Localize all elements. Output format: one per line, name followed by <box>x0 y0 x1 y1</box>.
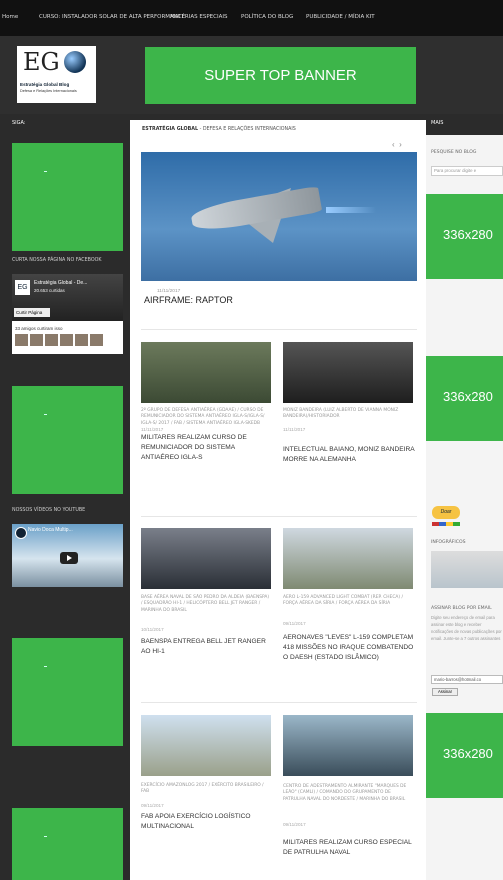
post-date: 09/11/2017 <box>283 621 306 626</box>
facebook-like-button[interactable]: Curtir Página <box>14 308 50 317</box>
post-category[interactable]: BASE AÉREA NAVAL DE SÃO PEDRO DA ALDEIA … <box>141 595 271 614</box>
right-ad-3[interactable]: 336x280 <box>426 713 503 798</box>
facebook-friends-text: 33 amigos curtiram isso <box>15 326 63 331</box>
search-label: PESQUISE NO BLOG <box>431 150 477 155</box>
friend-avatar <box>45 334 58 346</box>
super-top-banner[interactable]: SUPER TOP BANNER <box>145 47 416 104</box>
search-input[interactable]: Para procurar digite e <box>431 166 503 176</box>
video-title[interactable]: Navio Doca Multip... <box>28 527 73 533</box>
infographic-image[interactable] <box>431 551 503 588</box>
globe-icon <box>64 51 86 73</box>
featured-title[interactable]: AIRFRAME: RAPTOR <box>144 295 233 305</box>
left-ad-3[interactable] <box>12 638 123 746</box>
nav-materias[interactable]: MATÉRIAS ESPECIAIS <box>170 14 227 20</box>
left-ad-1[interactable] <box>12 143 123 251</box>
post-date: 10/11/2017 <box>141 627 164 632</box>
top-navigation: Home CURSO: INSTALADOR SOLAR DE ALTA PER… <box>0 0 503 36</box>
breadcrumb-blog[interactable]: ESTRATÉGIA GLOBAL <box>142 127 198 132</box>
post-date: 11/11/2017 <box>283 427 306 432</box>
channel-avatar <box>15 527 27 539</box>
ad-size-label: 336x280 <box>443 389 493 404</box>
nav-home[interactable]: Home <box>2 14 18 20</box>
post-category[interactable]: MONIZ BANDEIRA (LUIZ ALBERTO DE VIANNA M… <box>283 408 415 421</box>
featured-date: 11/11/2017 <box>157 289 181 294</box>
youtube-section-label: NOSSOS VÍDEOS NO YOUTUBE <box>12 508 86 513</box>
post-thumbnail[interactable] <box>141 528 271 589</box>
friend-avatar <box>90 334 103 346</box>
post-title[interactable]: BAENSPA ENTREGA BELL JET RANGER AO HI-1 <box>141 637 271 657</box>
post-date: 09/11/2017 <box>141 803 164 808</box>
site-logo[interactable]: EG Estratégia Global Blog Defesa e Relaç… <box>17 46 96 103</box>
right-ad-2[interactable]: 336x280 <box>426 356 503 441</box>
friend-avatar <box>60 334 73 346</box>
chevron-right-icon[interactable]: › <box>399 140 402 149</box>
post-title[interactable]: FAB APOIA EXERCÍCIO LOGÍSTICO MULTINACIO… <box>141 812 271 832</box>
post-title[interactable]: AERONAVES "LEVES" L-159 COMPLETAM 418 MI… <box>283 633 415 663</box>
ad-size-label: 336x280 <box>443 227 493 242</box>
divider <box>141 702 417 703</box>
facebook-widget[interactable]: EG Estratégia Global - De... 20.653 curt… <box>12 274 123 354</box>
featured-image[interactable] <box>141 152 417 281</box>
nav-curso[interactable]: CURSO: INSTALADOR SOLAR DE ALTA PERFORMA… <box>39 14 185 20</box>
post-title[interactable]: INTELECTUAL BAIANO, MONIZ BANDEIRA MORRE… <box>283 445 415 465</box>
afterburner <box>326 207 376 213</box>
facebook-avatar: EG <box>15 280 30 295</box>
left-ad-2[interactable] <box>12 386 123 494</box>
payment-cards-icon <box>432 522 460 526</box>
post-date: 11/11/2017 <box>141 427 164 432</box>
play-icon[interactable] <box>60 552 78 564</box>
left-ad-4[interactable] <box>12 808 123 880</box>
right-ad-1[interactable]: 336x280 <box>426 194 503 279</box>
post-thumbnail[interactable] <box>141 342 271 403</box>
right-column-title: MAIS <box>431 120 444 126</box>
slider-arrows: ‹ › <box>392 140 402 149</box>
chevron-left-icon[interactable]: ‹ <box>392 140 395 149</box>
post-category[interactable]: EXERCÍCIO AMAZONLOG 2017 / EXÉRCITO BRAS… <box>141 783 271 796</box>
post-category[interactable]: 2º GRUPO DE DEFESA ANTIAÉREA (GDAAE) / C… <box>141 408 271 427</box>
breadcrumb-section: - DEFESA E RELAÇÕES INTERNACIONAIS <box>199 127 296 132</box>
ad-size-label: 336x280 <box>443 746 493 761</box>
left-column-title: SIGA: <box>12 120 26 126</box>
facebook-friend-thumbs <box>15 334 103 346</box>
post-title[interactable]: MILITARES REALIZAM CURSO ESPECIAL DE PAT… <box>283 838 415 858</box>
friend-avatar <box>15 334 28 346</box>
donate-button[interactable]: Doar <box>432 506 460 519</box>
facebook-section-label: CURTA NOSSA PÁGINA NO FACEBOOK <box>12 258 102 263</box>
subscribe-button[interactable]: Assinar <box>432 688 458 696</box>
post-date: 09/11/2017 <box>283 822 306 827</box>
post-thumbnail[interactable] <box>283 715 413 776</box>
nav-politica[interactable]: POLÍTICA DO BLOG <box>241 14 293 20</box>
nav-publicidade[interactable]: PUBLICIDADE / MÍDIA KIT <box>306 14 375 20</box>
post-category[interactable]: AERO L-159 ADVANCED LIGHT COMBAT (REP. C… <box>283 595 415 608</box>
logo-mark: EG <box>23 48 60 76</box>
email-field[interactable]: mario-barros@hotmail.co <box>431 675 503 684</box>
post-thumbnail[interactable] <box>283 342 413 403</box>
logo-title: Estratégia Global Blog <box>20 82 70 87</box>
divider <box>141 516 417 517</box>
friend-avatar <box>30 334 43 346</box>
post-title[interactable]: MILITARES REALIZAM CURSO DE REMUNICIADOR… <box>141 433 271 463</box>
divider <box>141 329 417 330</box>
post-thumbnail[interactable] <box>141 715 271 776</box>
logo-subtitle: Defesa e Relações Internacionais <box>20 89 77 93</box>
facebook-cover: EG Estratégia Global - De... 20.653 curt… <box>12 274 123 321</box>
subscribe-label: ASSINAR BLOG POR EMAIL <box>431 606 492 611</box>
post-category[interactable]: CENTRO DE ADESTRAMENTO ALMIRANTE "MARQUE… <box>283 784 415 803</box>
friend-avatar <box>75 334 88 346</box>
subscribe-text: Digite seu endereço de email para assina… <box>431 615 502 641</box>
youtube-video[interactable]: Navio Doca Multip... <box>12 524 123 587</box>
post-thumbnail[interactable] <box>283 528 413 589</box>
infographics-label: INFOGRÁFICOS <box>431 540 466 545</box>
facebook-like-count: 20.653 curtidas <box>34 288 65 293</box>
breadcrumb: ESTRATÉGIA GLOBAL - DEFESA E RELAÇÕES IN… <box>142 127 296 132</box>
facebook-page-name[interactable]: Estratégia Global - De... <box>34 280 87 286</box>
